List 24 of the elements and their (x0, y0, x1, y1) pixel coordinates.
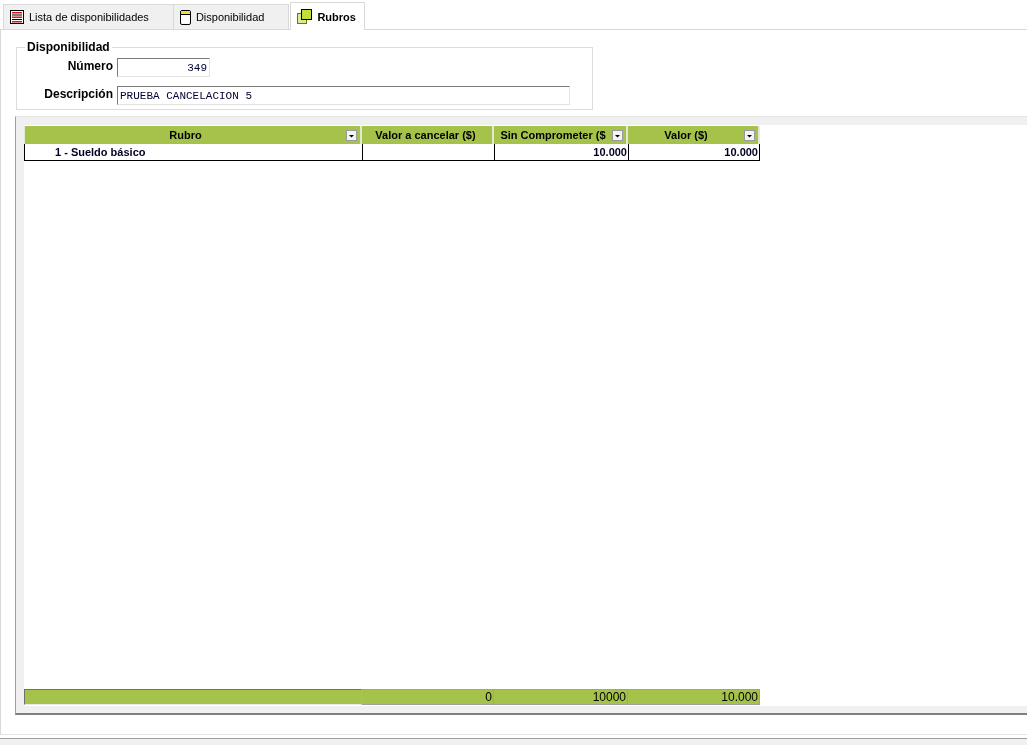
column-header[interactable]: Valor a cancelar ($) (362, 126, 494, 144)
dropdown-icon[interactable] (612, 129, 623, 141)
stacked-squares-icon[interactable] (297, 9, 313, 24)
table-cell: 10.000 (628, 144, 760, 161)
group-title: Disponibilidad (26, 40, 111, 54)
field-label: Descripción (43, 86, 113, 103)
input-field[interactable]: PRUEBA CANCELACION 5 (117, 86, 570, 105)
column-header[interactable]: Sin Comprometer ($ (494, 126, 628, 144)
total-cell: 10000 (494, 689, 628, 705)
total-cell: 10.000 (628, 689, 760, 705)
tab[interactable]: Lista de disponibilidades (3, 4, 174, 29)
tab[interactable]: Rubros (290, 2, 365, 30)
column-header[interactable]: Valor ($) (628, 126, 760, 144)
column-header[interactable]: Rubro (24, 126, 362, 144)
field-label: Número (66, 58, 113, 75)
input-field[interactable]: 349 (117, 58, 210, 77)
tab[interactable]: Disponibilidad (172, 4, 290, 29)
table-cell: 10.000 (494, 144, 628, 161)
list-icon[interactable] (10, 10, 24, 24)
dropdown-icon[interactable] (346, 129, 357, 141)
table-cell: 1 - Sueldo básico (24, 144, 362, 161)
total-cell: 0 (362, 689, 494, 705)
dropdown-icon[interactable] (744, 129, 755, 141)
panel-icon[interactable] (179, 9, 191, 25)
